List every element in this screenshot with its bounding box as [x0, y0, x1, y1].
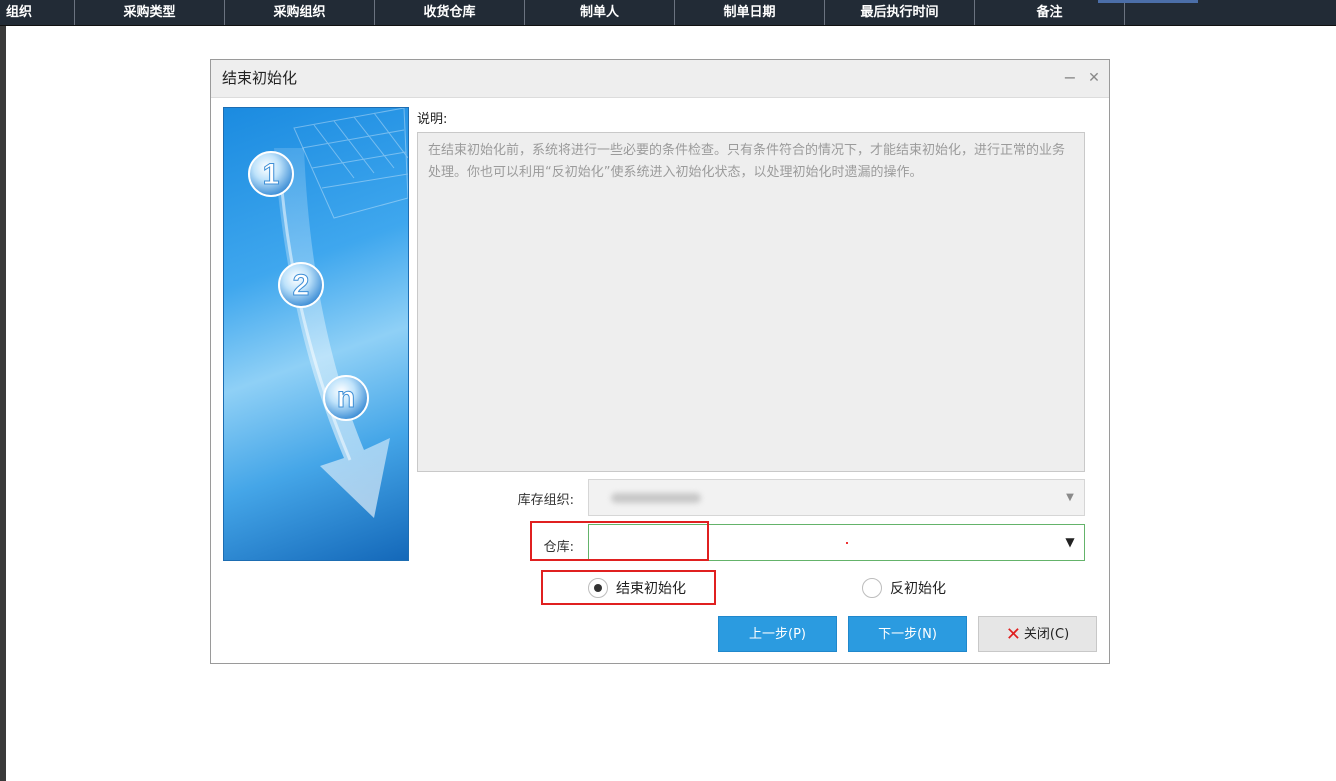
- required-marker: [846, 542, 848, 544]
- column-header-create-date[interactable]: 制单日期: [675, 0, 825, 25]
- warehouse-label: 仓库:: [543, 540, 574, 555]
- keyboard-grid: [293, 108, 408, 219]
- dialog-title: 结束初始化: [222, 69, 298, 87]
- description-textbox[interactable]: 在结束初始化前，系统将进行一些必要的条件检查。只有条件符合的情况下，才能结束初始…: [417, 132, 1085, 472]
- column-header-last-exec-time[interactable]: 最后执行时间: [825, 0, 975, 25]
- radio-unchecked-icon[interactable]: [862, 578, 882, 598]
- column-header-receiving-warehouse[interactable]: 收货仓库: [375, 0, 525, 25]
- step-2-label: 2: [293, 269, 310, 302]
- radio-finish-label: 结束初始化: [616, 581, 686, 597]
- column-header-remark[interactable]: 备注: [975, 0, 1125, 25]
- close-button-label: 关闭(C): [1023, 627, 1070, 642]
- step-1-label: 1: [263, 158, 280, 191]
- end-initialization-dialog: 结束初始化 − ✕ 1 2 n 说明: 在结束初始化前，系统将进行一些必要的条件…: [210, 59, 1110, 664]
- wizard-illustration: 1 2 n: [223, 107, 409, 561]
- radio-checked-icon[interactable]: [588, 578, 608, 598]
- dialog-title-bar[interactable]: 结束初始化 − ✕: [211, 60, 1109, 98]
- chevron-down-icon[interactable]: ▼: [1062, 525, 1078, 560]
- warehouse-select[interactable]: ▼: [588, 524, 1085, 561]
- header-accent-bar: [1098, 0, 1198, 3]
- wizard-illustration-graphic: 1 2 n: [248, 108, 408, 518]
- inventory-org-select[interactable]: ▼: [588, 479, 1085, 516]
- grid-header: 组织 采购类型 采购组织 收货仓库 制单人 制单日期 最后执行时间 备注: [0, 0, 1336, 26]
- chevron-down-icon[interactable]: ▼: [1062, 480, 1078, 515]
- column-header-org[interactable]: 组织: [6, 0, 75, 25]
- inventory-org-label: 库存组织:: [517, 493, 574, 508]
- next-step-button[interactable]: 下一步(N): [848, 616, 967, 652]
- column-header-purchase-org[interactable]: 采购组织: [225, 0, 375, 25]
- arrow-shape: [274, 148, 390, 518]
- left-edge-strip: [0, 0, 6, 781]
- inventory-org-blurred-value: [611, 493, 701, 503]
- close-x-icon: ✕: [1005, 624, 1021, 645]
- radio-reverse-label: 反初始化: [890, 581, 946, 597]
- radio-finish-initialization[interactable]: 结束初始化: [588, 575, 686, 601]
- prev-step-button[interactable]: 上一步(P): [718, 616, 837, 652]
- close-icon[interactable]: ✕: [1085, 68, 1103, 88]
- close-button[interactable]: ✕ 关闭(C): [978, 616, 1097, 652]
- step-n-label: n: [337, 381, 355, 414]
- description-label: 说明:: [417, 112, 448, 127]
- minimize-icon[interactable]: −: [1061, 68, 1079, 88]
- column-header-creator[interactable]: 制单人: [525, 0, 675, 25]
- column-header-purchase-type[interactable]: 采购类型: [75, 0, 225, 25]
- radio-reverse-initialization[interactable]: 反初始化: [862, 575, 946, 601]
